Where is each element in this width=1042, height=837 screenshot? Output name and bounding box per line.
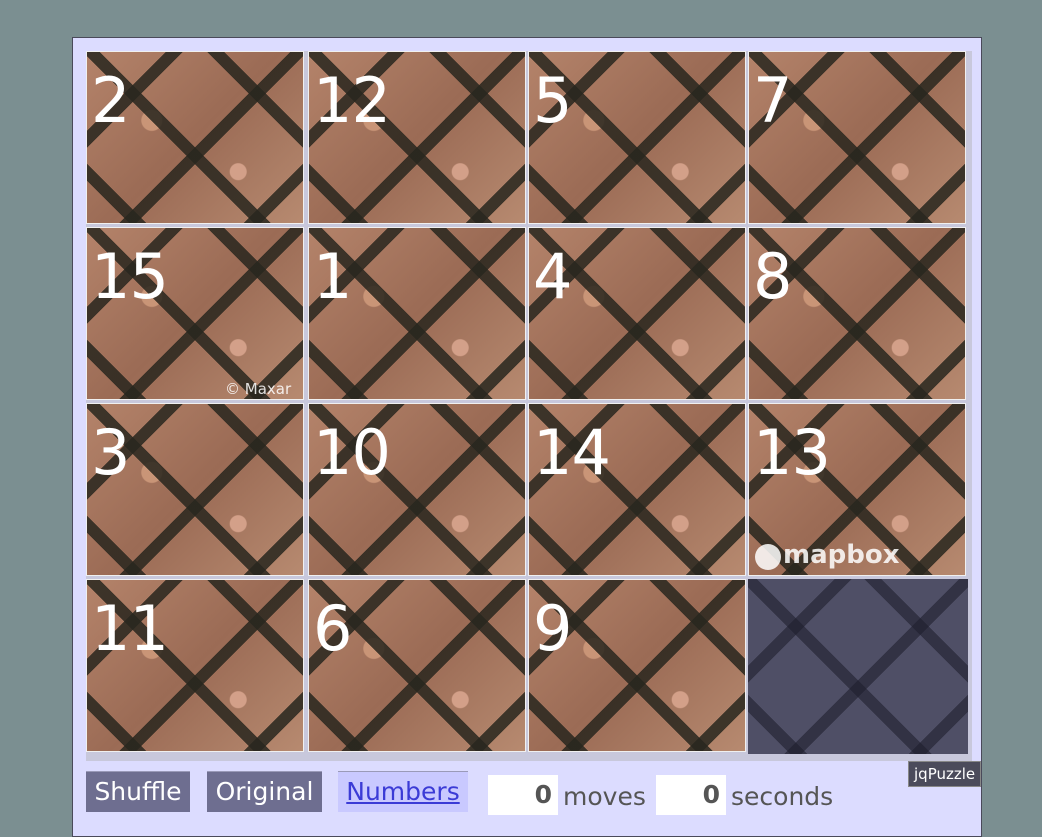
maxar-watermark: © Maxar <box>225 380 292 398</box>
tile-number: 8 <box>753 240 792 313</box>
mapbox-watermark: mapbox <box>783 540 900 570</box>
puzzle-controls: Shuffle Original Numbers 0 moves 0 secon… <box>86 761 982 815</box>
jqpuzzle-badge[interactable]: jqPuzzle <box>908 761 982 787</box>
puzzle-tile[interactable]: 14 <box>528 403 746 576</box>
shuffle-button[interactable]: Shuffle <box>86 771 190 812</box>
tile-number: 3 <box>91 416 130 489</box>
puzzle-tile[interactable]: 1 <box>308 227 526 400</box>
tile-number: 2 <box>91 64 130 137</box>
tile-number: 15 <box>91 240 169 313</box>
puzzle-tile[interactable]: 9 <box>528 579 746 752</box>
numbers-button[interactable]: Numbers <box>338 771 468 812</box>
puzzle-frame: 2 12 5 7 15 © Maxar 1 4 8 3 10 14 13 map… <box>72 37 982 837</box>
puzzle-tile[interactable]: 15 © Maxar <box>86 227 304 400</box>
tile-number: 11 <box>91 592 169 665</box>
puzzle-tile[interactable]: 5 <box>528 51 746 224</box>
puzzle-board: 2 12 5 7 15 © Maxar 1 4 8 3 10 14 13 map… <box>86 51 972 761</box>
tile-number: 13 <box>753 416 831 489</box>
tile-number: 4 <box>533 240 572 313</box>
puzzle-tile[interactable]: 3 <box>86 403 304 576</box>
tile-number: 14 <box>533 416 611 489</box>
tile-number: 1 <box>313 240 352 313</box>
tile-number: 12 <box>313 64 391 137</box>
tile-number: 5 <box>533 64 572 137</box>
puzzle-tile[interactable]: 2 <box>86 51 304 224</box>
puzzle-tile[interactable]: 11 <box>86 579 304 752</box>
puzzle-tile[interactable]: 12 <box>308 51 526 224</box>
puzzle-tile[interactable]: 7 <box>748 51 966 224</box>
puzzle-tile[interactable]: 8 <box>748 227 966 400</box>
tile-number: 6 <box>313 592 352 665</box>
tile-number: 9 <box>533 592 572 665</box>
empty-slot <box>748 579 968 754</box>
tile-number: 7 <box>753 64 792 137</box>
moves-label: moves <box>563 782 646 811</box>
moves-counter: 0 <box>488 775 558 815</box>
puzzle-tile[interactable]: 6 <box>308 579 526 752</box>
puzzle-tile[interactable]: 10 <box>308 403 526 576</box>
mapbox-logo-icon <box>755 544 781 570</box>
puzzle-tile[interactable]: 13 mapbox <box>748 403 966 576</box>
seconds-label: seconds <box>731 782 834 811</box>
puzzle-tile[interactable]: 4 <box>528 227 746 400</box>
original-button[interactable]: Original <box>207 771 322 812</box>
seconds-counter: 0 <box>656 775 726 815</box>
tile-number: 10 <box>313 416 391 489</box>
